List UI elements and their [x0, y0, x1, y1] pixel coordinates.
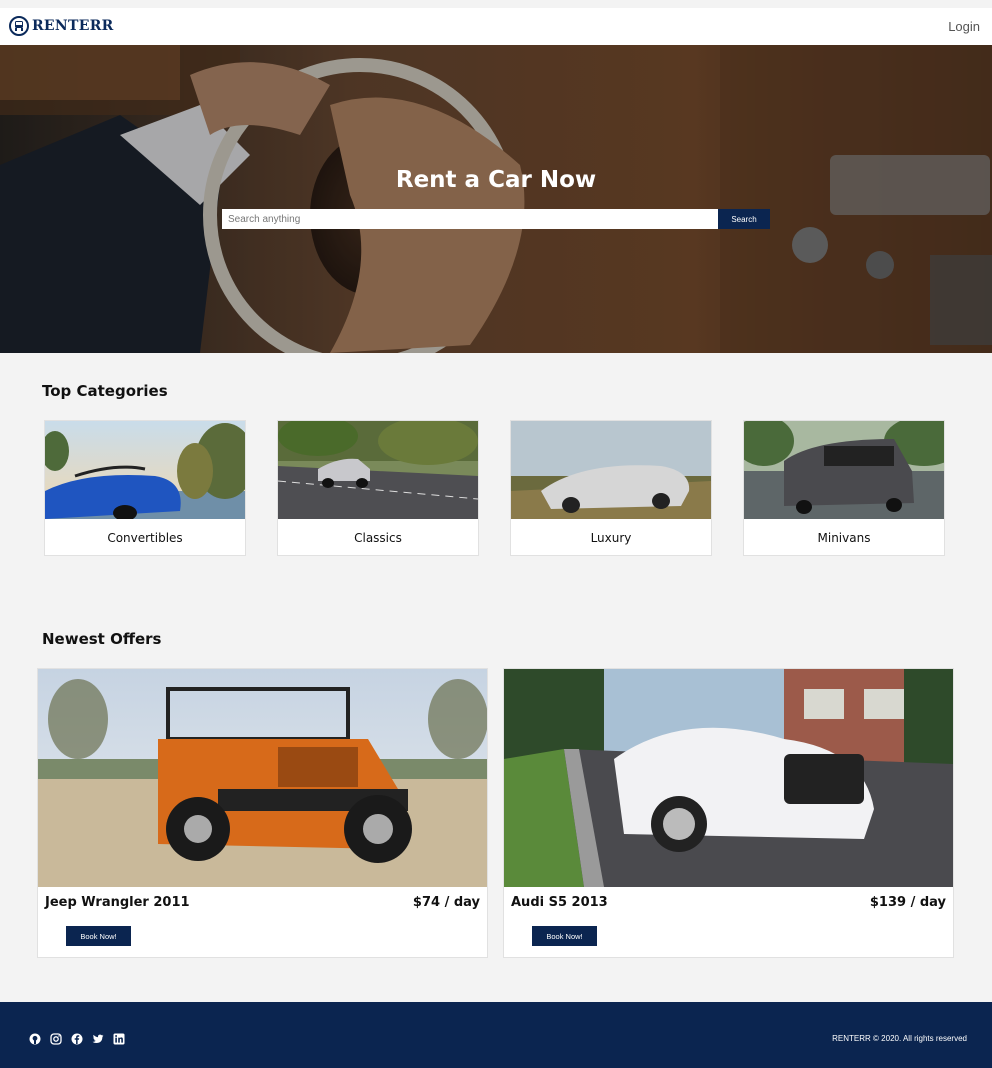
offer-card-jeep: Jeep Wrangler 2011 $74 / day Book Now! [37, 668, 488, 958]
book-now-button[interactable]: Book Now! [532, 926, 597, 946]
jeep-wrangler-image [38, 669, 487, 887]
category-label: Classics [354, 531, 402, 545]
category-card-luxury[interactable]: Luxury [510, 420, 712, 556]
brand-logo[interactable]: RENTERR [9, 16, 114, 36]
category-card-convertibles[interactable]: Convertibles [44, 420, 246, 556]
hero-banner: Rent a Car Now Search [0, 45, 992, 353]
footer: RENTERR © 2020. All rights reserved [0, 1002, 992, 1068]
category-label: Minivans [817, 531, 871, 545]
classics-image [278, 421, 478, 519]
offer-name: Jeep Wrangler 2011 [45, 895, 190, 910]
category-label: Luxury [590, 531, 632, 545]
offer-price: $139 / day [869, 895, 946, 910]
offer-price: $74 / day [412, 895, 480, 910]
facebook-icon[interactable] [71, 1032, 83, 1045]
car-logo-icon [9, 16, 29, 36]
book-now-button[interactable]: Book Now! [66, 926, 131, 946]
category-card-classics[interactable]: Classics [277, 420, 479, 556]
login-link[interactable]: Login [948, 19, 980, 34]
category-label: Convertibles [107, 531, 183, 545]
audi-s5-image [504, 669, 953, 887]
github-icon[interactable] [29, 1032, 41, 1045]
minivans-image [744, 421, 944, 519]
instagram-icon[interactable] [50, 1032, 62, 1045]
navbar: RENTERR Login [0, 8, 992, 45]
twitter-icon[interactable] [92, 1032, 104, 1044]
linkedin-icon[interactable] [113, 1032, 125, 1045]
offer-card-audi: Audi S5 2013 $139 / day Book Now! [503, 668, 954, 958]
offer-name: Audi S5 2013 [511, 895, 608, 910]
search-button[interactable]: Search [718, 209, 770, 229]
copyright-text: RENTERR © 2020. All rights reserved [832, 1034, 967, 1043]
newest-offers-title: Newest Offers [42, 630, 162, 648]
hero-title: Rent a Car Now [395, 167, 597, 193]
top-strip [0, 0, 992, 8]
luxury-image [511, 421, 711, 519]
hero-background-image [0, 45, 992, 353]
social-links [29, 1032, 125, 1045]
top-categories-title: Top Categories [42, 382, 168, 400]
search-input[interactable] [222, 209, 718, 229]
brand-name: RENTERR [32, 18, 114, 34]
category-card-minivans[interactable]: Minivans [743, 420, 945, 556]
convertibles-image [45, 421, 245, 519]
